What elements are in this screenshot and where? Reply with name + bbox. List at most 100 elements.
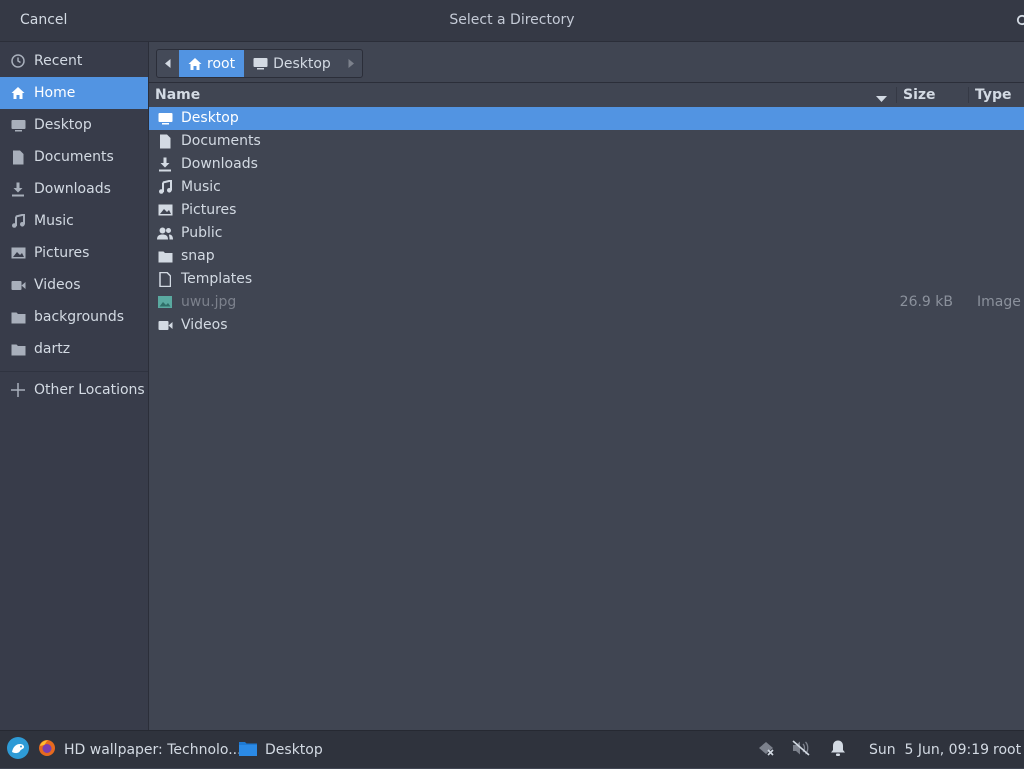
file-row-music[interactable]: Music <box>149 176 1024 199</box>
file-name: Documents <box>181 133 261 149</box>
template-icon <box>157 271 173 287</box>
sidebar-item-label: Desktop <box>34 117 92 133</box>
file-row-public[interactable]: Public <box>149 222 1024 245</box>
cancel-button[interactable]: Cancel <box>8 7 79 34</box>
sidebar-item-label: Other Locations <box>34 382 145 398</box>
folder-icon <box>157 248 173 264</box>
sidebar-item-label: Documents <box>34 149 114 165</box>
sidebar-item-dartz[interactable]: dartz <box>0 333 148 365</box>
file-row-videos[interactable]: Videos <box>149 314 1024 337</box>
file-row-pictures[interactable]: Pictures <box>149 199 1024 222</box>
folder-icon <box>10 341 26 357</box>
sidebar-item-label: Pictures <box>34 245 90 261</box>
clock[interactable]: Sun 5 Jun, 09:19 <box>869 731 989 769</box>
path-segment-root[interactable]: root <box>179 50 245 77</box>
search-icon[interactable] <box>1016 14 1024 28</box>
user-label: root <box>993 742 1022 758</box>
plus-icon <box>10 382 26 398</box>
file-name: Templates <box>181 271 253 287</box>
sidebar-item-label: backgrounds <box>34 309 125 325</box>
sidebar-item-backgrounds[interactable]: backgrounds <box>0 301 148 333</box>
column-header-size[interactable]: Size <box>903 83 936 107</box>
image-file-icon <box>157 294 173 310</box>
file-name: Videos <box>181 317 228 333</box>
sidebar-item-label: Videos <box>34 277 81 293</box>
document-icon <box>10 149 26 165</box>
path-scroll-right-button[interactable] <box>340 50 362 77</box>
file-type: Image <box>977 294 1021 310</box>
dialog-title: Select a Directory <box>449 12 575 28</box>
sidebar-item-label: Home <box>34 85 76 101</box>
sidebar-item-pictures[interactable]: Pictures <box>0 237 148 269</box>
music-icon <box>157 179 173 195</box>
header-bar: Select a Directory Cancel <box>0 0 1024 42</box>
file-name: Downloads <box>181 156 258 172</box>
file-row-desktop[interactable]: Desktop <box>149 107 1024 130</box>
chevron-left-icon <box>165 59 171 68</box>
firefox-icon <box>38 739 56 761</box>
picture-icon <box>10 245 26 261</box>
path-segment-label: root <box>207 55 236 72</box>
sidebar-item-desktop[interactable]: Desktop <box>0 109 148 141</box>
sidebar-item-documents[interactable]: Documents <box>0 141 148 173</box>
folder-icon <box>10 309 26 325</box>
taskbar: HD wallpaper: Technolo... Desktop Sun 5 … <box>0 730 1024 768</box>
file-list: Name Size Type Desktop Documents Downloa… <box>149 83 1024 730</box>
column-header-type[interactable]: Type <box>975 83 1012 107</box>
volume-tray-button[interactable] <box>792 731 810 769</box>
people-icon <box>157 225 173 241</box>
path-scroll-left-button[interactable] <box>157 50 179 77</box>
path-bar: root Desktop <box>156 49 363 78</box>
download-icon <box>10 181 26 197</box>
sort-descending-icon[interactable] <box>876 91 887 107</box>
chevron-right-icon <box>348 59 354 68</box>
taskbar-item-files[interactable]: Desktop <box>239 731 323 769</box>
notifications-button[interactable] <box>829 731 847 769</box>
sidebar-item-label: Music <box>34 213 74 229</box>
file-size: 26.9 kB <box>899 294 953 310</box>
file-row-documents[interactable]: Documents <box>149 130 1024 153</box>
sidebar-item-label: dartz <box>34 341 71 357</box>
column-header-name[interactable]: Name <box>155 83 200 107</box>
app-menu-icon <box>7 737 29 763</box>
network-tray-button[interactable] <box>757 731 775 769</box>
file-row-downloads[interactable]: Downloads <box>149 153 1024 176</box>
taskbar-item-label: HD wallpaper: Technolo... <box>64 742 242 758</box>
desktop-icon <box>157 110 173 126</box>
download-icon <box>157 156 173 172</box>
folder-icon <box>239 741 257 760</box>
sidebar-item-label: Recent <box>34 53 83 69</box>
sidebar-item-label: Downloads <box>34 181 111 197</box>
sidebar-separator <box>0 371 148 372</box>
volume-muted-icon <box>792 740 810 760</box>
taskbar-item-label: Desktop <box>265 742 323 758</box>
places-sidebar: Recent Home Desktop Documents Downloads … <box>0 42 149 730</box>
bell-icon <box>829 739 847 761</box>
app-menu-button[interactable] <box>7 731 29 769</box>
user-menu-button[interactable]: root <box>993 731 1021 769</box>
file-name: Public <box>181 225 223 241</box>
sidebar-item-downloads[interactable]: Downloads <box>0 173 148 205</box>
path-segment-desktop[interactable]: Desktop <box>244 50 340 77</box>
file-name: uwu.jpg <box>181 294 237 310</box>
sidebar-item-music[interactable]: Music <box>0 205 148 237</box>
home-icon <box>10 85 26 101</box>
sidebar-item-videos[interactable]: Videos <box>0 269 148 301</box>
file-name: Pictures <box>181 202 237 218</box>
picture-icon <box>157 202 173 218</box>
sidebar-item-other-locations[interactable]: Other Locations <box>0 374 148 406</box>
network-disconnected-icon <box>757 740 775 760</box>
file-row-snap[interactable]: snap <box>149 245 1024 268</box>
desktop-icon <box>253 57 268 70</box>
file-name: Desktop <box>181 110 239 126</box>
taskbar-item-firefox[interactable]: HD wallpaper: Technolo... <box>38 731 242 769</box>
sidebar-item-recent[interactable]: Recent <box>0 45 148 77</box>
file-row-uwu-jpg[interactable]: uwu.jpg 26.9 kB Image <box>149 291 1024 314</box>
document-icon <box>157 133 173 149</box>
clock-label: Sun 5 Jun, 09:19 <box>869 742 990 758</box>
music-icon <box>10 213 26 229</box>
sidebar-item-home[interactable]: Home <box>0 77 148 109</box>
file-row-templates[interactable]: Templates <box>149 268 1024 291</box>
file-name: snap <box>181 248 215 264</box>
clock-icon <box>10 53 26 69</box>
